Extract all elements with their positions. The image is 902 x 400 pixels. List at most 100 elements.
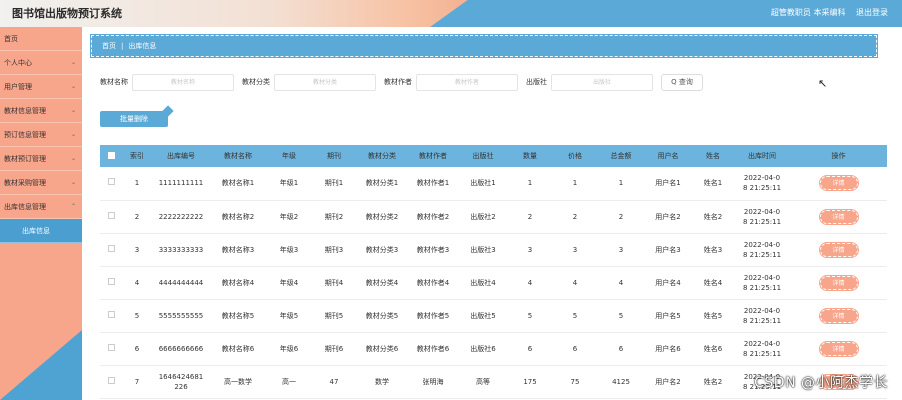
column-header: 操作 bbox=[831, 152, 846, 160]
row-checkbox-cell[interactable] bbox=[100, 332, 122, 365]
checkbox-icon[interactable] bbox=[107, 376, 115, 384]
cell-journal: 期刊6 bbox=[324, 344, 344, 353]
publisher-filter-input[interactable] bbox=[551, 73, 653, 91]
search-button[interactable]: Q 查询 bbox=[661, 73, 703, 91]
checkbox-icon[interactable] bbox=[107, 244, 115, 252]
cell-idx: 7 bbox=[134, 377, 140, 386]
name-filter-input[interactable] bbox=[132, 73, 234, 91]
cell-grade: 年级5 bbox=[279, 311, 299, 320]
detail-button[interactable]: 详情 bbox=[818, 274, 859, 291]
column-header: 总金额 bbox=[610, 152, 632, 160]
cell-cat: 数学 bbox=[375, 377, 389, 386]
table-row: 6 6666666666 教材名称6 年级6 期刊6 教材分类6 教材作者6 出版社6 6 6 6 用… bbox=[100, 332, 887, 365]
author-filter-input[interactable] bbox=[416, 73, 518, 91]
breadcrumb-home[interactable]: 首页 bbox=[102, 42, 116, 50]
cell-author: 教材作者3 bbox=[416, 245, 450, 254]
detail-button[interactable]: 详情 bbox=[818, 241, 859, 258]
chevron-down-icon: ⌄ bbox=[70, 155, 76, 162]
app-title: 图书馆出版物预订系统 bbox=[12, 7, 122, 20]
sidebar: 首页 个人中心 ⌄ 用户管理 ⌄ 教材信息管理 ⌄ 预订信息管理 ⌄ 教材预订管理 ⌄ 教… bbox=[0, 27, 82, 400]
row-checkbox-cell[interactable] bbox=[100, 365, 122, 398]
author-filter-label: 教材作者 bbox=[384, 78, 412, 86]
cell-qty: 4 bbox=[527, 278, 533, 287]
column-header: 出版社 bbox=[472, 152, 494, 160]
cell-no: 4444444444 bbox=[158, 278, 204, 287]
table-body: 1 1111111111 教材名称1 年级1 期刊1 教材分类1 教材作者1 出版社1 1 1 1 用… bbox=[100, 167, 887, 398]
cell-time: 2022-04-0 8 21:25:11 bbox=[734, 266, 790, 299]
sidebar-item-reservations[interactable]: 预订信息管理 ⌄ bbox=[0, 123, 82, 147]
category-filter-input[interactable] bbox=[274, 73, 376, 91]
sidebar-item-purchases[interactable]: 教材采购管理 ⌄ bbox=[0, 171, 82, 195]
checkbox-icon[interactable] bbox=[107, 211, 115, 219]
breadcrumb-current: 出库信息 bbox=[128, 42, 157, 50]
chevron-down-icon: ⌄ bbox=[70, 107, 76, 114]
cell-qty: 2 bbox=[527, 212, 533, 221]
detail-button[interactable]: 详情 bbox=[818, 307, 859, 324]
sidebar-item-label: 首页 bbox=[4, 35, 18, 43]
checkbox-icon[interactable] bbox=[107, 343, 115, 351]
cell-real: 姓名2 bbox=[703, 377, 723, 386]
cell-real: 姓名4 bbox=[703, 278, 723, 287]
cell-total: 3 bbox=[618, 245, 624, 254]
sidebar-item-label: 教材预订管理 bbox=[4, 155, 46, 163]
detail-button[interactable]: 详情 bbox=[818, 208, 859, 225]
row-checkbox-cell[interactable] bbox=[100, 299, 122, 332]
cell-time: 2022-04-0 8 21:25:11 bbox=[734, 299, 790, 332]
time-clock: 8 21:25:11 bbox=[742, 349, 782, 358]
cell-pub: 出版社6 bbox=[470, 344, 496, 353]
row-checkbox-cell[interactable] bbox=[100, 233, 122, 266]
cell-journal: 期刊5 bbox=[324, 311, 344, 320]
table-header-row: 索引 出库编号 教材名称 年级 期刊 教材分类 教材作者 出版社 数量 价格 总… bbox=[100, 145, 887, 167]
sidebar-item-outbound[interactable]: 出库信息管理 ⌃ bbox=[0, 195, 82, 219]
cell-user: 用户名2 bbox=[655, 212, 681, 221]
checkbox-icon bbox=[107, 151, 115, 159]
breadcrumb-separator: | bbox=[121, 42, 124, 50]
cell-total: 4 bbox=[618, 278, 624, 287]
sidebar-item-home[interactable]: 首页 bbox=[0, 27, 82, 51]
cell-user: 用户名3 bbox=[655, 245, 681, 254]
sidebar-item-label: 教材采购管理 bbox=[4, 179, 46, 187]
row-checkbox-cell[interactable] bbox=[100, 266, 122, 299]
column-header: 价格 bbox=[568, 152, 582, 160]
chevron-down-icon: ⌄ bbox=[70, 83, 76, 90]
cell-price: 1 bbox=[572, 179, 578, 188]
sidebar-item-textbook-orders[interactable]: 教材预订管理 ⌄ bbox=[0, 147, 82, 171]
column-header: 数量 bbox=[523, 152, 537, 160]
sidebar-subitem-outbound-info[interactable]: 出库信息 bbox=[0, 219, 82, 243]
category-filter-label: 教材分类 bbox=[242, 78, 270, 86]
sidebar-subitem-label: 出库信息 bbox=[22, 227, 50, 235]
logout-link[interactable]: 退出登录 bbox=[856, 8, 888, 17]
cell-name: 教材名称2 bbox=[221, 212, 255, 221]
sidebar-item-profile[interactable]: 个人中心 ⌄ bbox=[0, 51, 82, 75]
cell-real: 姓名3 bbox=[703, 245, 723, 254]
cell-cat: 教材分类2 bbox=[365, 212, 399, 221]
filter-bar: 教材名称 教材分类 教材作者 出版社 Q 查询 bbox=[100, 73, 703, 91]
checkbox-icon[interactable] bbox=[107, 178, 115, 186]
cell-name: 教材名称1 bbox=[221, 179, 255, 188]
select-all-checkbox[interactable] bbox=[100, 145, 122, 167]
cell-cat: 教材分类6 bbox=[365, 344, 399, 353]
checkbox-icon[interactable] bbox=[107, 277, 115, 285]
row-checkbox-cell[interactable] bbox=[100, 200, 122, 233]
cell-pub: 出版社1 bbox=[470, 179, 496, 188]
detail-button[interactable]: 详情 bbox=[818, 175, 859, 192]
row-checkbox-cell[interactable] bbox=[100, 167, 122, 200]
cell-grade: 年级4 bbox=[279, 278, 299, 287]
mouse-cursor-icon: ↖ bbox=[818, 77, 828, 90]
time-date: 2022-04-0 bbox=[743, 207, 781, 216]
cell-name: 教材名称6 bbox=[221, 344, 255, 353]
cell-no: 1111111111 bbox=[158, 179, 204, 188]
batch-delete-button[interactable]: 批量删除 bbox=[100, 111, 168, 127]
cell-qty: 175 bbox=[523, 377, 537, 386]
top-right-links: 超管教职员 本采编科 退出登录 bbox=[763, 7, 888, 18]
sidebar-item-users[interactable]: 用户管理 ⌄ bbox=[0, 75, 82, 99]
chevron-down-icon: ⌄ bbox=[70, 59, 76, 66]
sidebar-decoration bbox=[0, 330, 82, 400]
sidebar-item-textbooks[interactable]: 教材信息管理 ⌄ bbox=[0, 99, 82, 123]
checkbox-icon[interactable] bbox=[107, 310, 115, 318]
detail-button[interactable]: 详情 bbox=[818, 340, 859, 357]
cell-total: 5 bbox=[618, 311, 624, 320]
chevron-down-icon: ⌄ bbox=[70, 179, 76, 186]
cell-author: 教材作者6 bbox=[416, 344, 450, 353]
cell-user: 用户名1 bbox=[655, 179, 681, 188]
